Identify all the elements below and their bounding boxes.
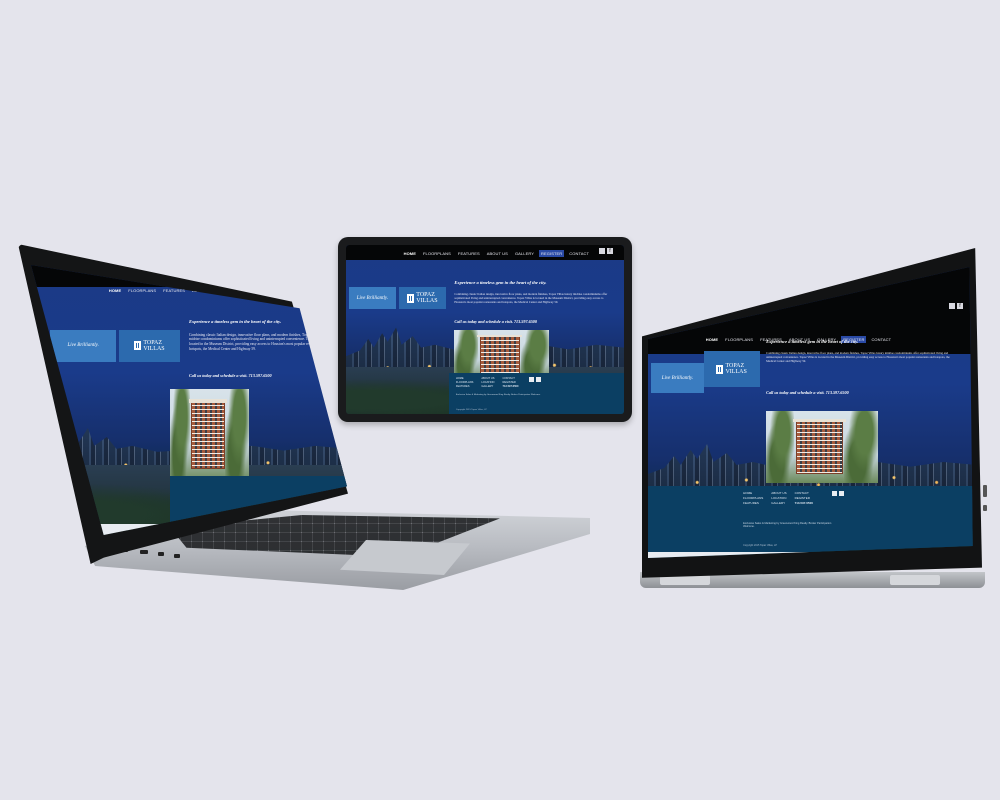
footer-link-register[interactable]: REGISTER [795, 496, 813, 500]
side-port-icon [983, 505, 987, 511]
footer-phone[interactable]: 713.597.6500 [795, 501, 813, 505]
building-photo [766, 411, 878, 483]
footer-copyright: Copyright 2015 Topaz Villas, LP [743, 543, 777, 547]
nav-contact[interactable]: CONTACT [273, 287, 297, 294]
nav-home[interactable]: HOME [107, 287, 123, 294]
site-callout: Call us today and schedule a visit. 713.… [454, 319, 537, 325]
building-icon [407, 293, 415, 303]
footer-link-floorplans[interactable]: FLOORPLANS [743, 496, 763, 500]
logo-bottom: VILLAS [416, 298, 438, 305]
footer-link-location[interactable]: LOCATION [481, 381, 494, 384]
site-logo[interactable]: TOPAZ VILLAS [398, 287, 447, 310]
nav-floorplans[interactable]: FLOORPLANS [421, 250, 453, 257]
nav-register[interactable]: REGISTER [539, 250, 565, 258]
nav-gallery[interactable]: GALLERY [513, 250, 536, 257]
site-headline: Experience a timeless gem in the heart o… [454, 280, 547, 286]
nav-about[interactable]: ABOUT US [485, 250, 510, 257]
website: HOME FLOORPLANS FEATURES ABOUT US GALLER… [648, 267, 973, 558]
site-logo[interactable]: TOPAZ VILLAS [119, 329, 180, 363]
site-body: Combining classic Italian design, innova… [189, 332, 331, 352]
footer-link-contact[interactable]: CONTACT [795, 491, 813, 495]
footer-link-home[interactable]: HOME [456, 377, 473, 380]
footer-links: HOME ABOUT US CONTACT FLOORPLANS LOCATIO… [743, 491, 813, 505]
nav-home[interactable]: HOME [704, 336, 720, 343]
footer-text: Exclusive Sales & Marketing by Greenwood… [743, 521, 832, 529]
footer-links: HOME ABOUT US CONTACT FLOORPLANS LOCATIO… [456, 377, 519, 388]
footer-link-features[interactable]: FEATURES [456, 385, 473, 388]
footer-copyright: Copyright 2015 Topaz Villas, LP [455, 408, 487, 411]
instagram-icon[interactable] [536, 376, 542, 382]
footer-link-contact[interactable]: CONTACT [503, 377, 519, 380]
footer-link-home[interactable]: HOME [743, 491, 763, 495]
footer-text: Exclusive Sales & Marketing by Greenwood… [455, 393, 541, 396]
social-icons: f [598, 247, 613, 254]
site-tagline: Live Brilliantly. [348, 287, 397, 310]
footer-phone[interactable]: 713.597.6500 [503, 385, 519, 388]
building-photo [170, 389, 250, 481]
convertible-screen: HOME FLOORPLANS FEATURES ABOUT US GALLER… [648, 267, 973, 558]
facebook-icon[interactable] [529, 376, 535, 382]
instagram-icon[interactable] [598, 247, 605, 254]
footer-link-floorplans[interactable]: FLOORPLANS [456, 381, 473, 384]
site-logo[interactable]: TOPAZ VILLAS [703, 351, 760, 387]
footer-link-register[interactable]: REGISTER [503, 381, 519, 384]
instagram-icon[interactable] [948, 303, 955, 309]
footer-link-gallery[interactable]: GALLERY [481, 385, 494, 388]
nav-floorplans[interactable]: FLOORPLANS [723, 336, 755, 343]
logo-bottom: VILLAS [725, 369, 747, 375]
site-tagline: Live Brilliantly. [49, 329, 117, 363]
side-port-icon [983, 485, 987, 497]
facebook-icon[interactable]: f [606, 247, 613, 254]
tablet-screen: HOME FLOORPLANS FEATURES ABOUT US GALLER… [346, 245, 624, 414]
logo-bottom: VILLAS [143, 345, 165, 352]
nav-contact[interactable]: CONTACT [567, 250, 591, 257]
website: HOME FLOORPLANS FEATURES ABOUT US GALLER… [346, 245, 624, 414]
footer-link-features[interactable]: FEATURES [743, 501, 763, 505]
building-icon [134, 341, 142, 351]
site-tagline: Live Brilliantly. [651, 363, 704, 393]
footer-link-about[interactable]: ABOUT US [771, 491, 786, 495]
building-icon [716, 364, 724, 374]
footer-link-about[interactable]: ABOUT US [481, 377, 494, 380]
site-nav: HOME FLOORPLANS FEATURES ABOUT US GALLER… [402, 250, 591, 258]
instagram-icon[interactable] [838, 490, 844, 496]
site-callout: Call us today and schedule a visit. 713.… [766, 390, 849, 395]
nav-floorplans[interactable]: FLOORPLANS [126, 287, 158, 294]
social-icons: f [948, 303, 963, 309]
footer-social [831, 490, 844, 496]
convertible-device: HOME FLOORPLANS FEATURES ABOUT US GALLER… [642, 248, 982, 588]
nav-features[interactable]: FEATURES [456, 250, 482, 257]
site-footer: HOME ABOUT US CONTACT FLOORPLANS LOCATIO… [448, 373, 624, 414]
footer-link-location[interactable]: LOCATION [771, 496, 786, 500]
footer-social [529, 376, 542, 382]
site-body: Combining classic Italian design, innova… [766, 351, 950, 364]
facebook-icon[interactable]: f [956, 303, 963, 309]
tablet-device: HOME FLOORPLANS FEATURES ABOUT US GALLER… [338, 237, 632, 422]
footer-link-gallery[interactable]: GALLERY [771, 501, 786, 505]
facebook-icon[interactable] [831, 490, 837, 496]
site-headline: Experience a timeless gem in the heart o… [766, 339, 859, 344]
laptop-lid: HOME FLOORPLANS FEATURES ABOUT US GALLER… [18, 244, 348, 564]
site-callout: Call us today and schedule a visit. 713.… [189, 373, 272, 378]
site-headline: Experience a timeless gem in the heart o… [189, 319, 282, 324]
site-body: Combining classic Italian design, innova… [454, 292, 608, 305]
nav-home[interactable]: HOME [402, 250, 418, 257]
